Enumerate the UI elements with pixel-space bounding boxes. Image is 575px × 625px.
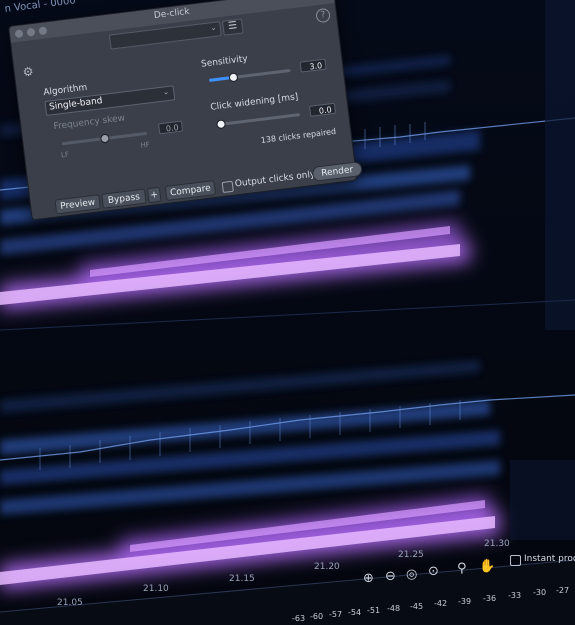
click-widening-label: Click widening [ms] [209,92,299,113]
output-clicks-only-checkbox[interactable] [221,180,234,194]
db-scale-label: -57 [329,610,343,619]
timeline-label: 21.10 [143,584,169,594]
click-widening-value[interactable]: 0.0 [308,102,337,117]
frequency-skew-label: Frequency skew [53,113,126,133]
output-clicks-only-label: Output clicks only [234,169,316,190]
menu-icon[interactable]: ☰ [221,18,244,36]
add-button[interactable]: + [146,186,162,204]
sensitivity-slider[interactable] [208,68,291,83]
sensitivity-knob[interactable] [228,72,239,83]
db-scale-label: -45 [410,602,424,611]
chevron-down-icon: ⌄ [209,22,218,33]
help-icon[interactable]: ? [315,7,331,24]
instant-process-label: Instant proc [524,554,575,564]
frequency-skew-high-label: HF [140,140,151,150]
db-scale-label: -27 [556,586,570,595]
frequency-skew-value[interactable]: 0.0 [157,120,184,135]
instant-process-toggle[interactable]: Instant proc [508,553,575,567]
timeline-label: 21.15 [229,574,255,584]
db-scale-label: -30 [533,588,547,597]
db-scale-label: -51 [367,606,381,615]
zoom-selection-icon[interactable]: ⊙ [428,564,439,579]
hand-icon[interactable]: ✋ [479,559,495,574]
bypass-button[interactable]: Bypass [101,188,147,209]
algorithm-value: Single-band [48,96,104,113]
timeline-label: 21.05 [57,598,83,608]
timeline-label: 21.25 [398,550,424,560]
db-scale-label: -39 [458,597,472,606]
preview-button[interactable]: Preview [54,194,101,215]
zoom-out-icon[interactable]: ⊖ [385,569,396,584]
db-scale-label: -54 [348,608,362,617]
db-scale-label: -36 [483,594,497,603]
frequency-skew-slider[interactable] [61,131,148,146]
timeline-label: 21.30 [484,539,510,549]
db-scale-label: -33 [508,591,522,600]
timeline-label: 21.20 [314,562,340,572]
zoom-fit-icon[interactable]: ◎ [406,567,417,582]
compare-button[interactable]: Compare [164,180,217,201]
db-scale-label: -48 [387,604,401,613]
frequency-skew-knob[interactable] [99,133,110,144]
zoom-in-icon[interactable]: ⊕ [363,571,374,586]
sensitivity-value[interactable]: 3.0 [299,58,327,73]
db-scale-label: -60 [310,612,324,621]
clicks-repaired-status: 138 clicks repaired [260,126,337,146]
instant-process-checkbox[interactable] [510,555,521,566]
chevron-down-icon: ⌄ [161,86,170,97]
frequency-skew-low-label: LF [60,150,70,160]
sensitivity-label: Sensitivity [200,54,249,70]
gear-icon[interactable]: ⚙ [22,64,34,79]
click-widening-slider[interactable] [216,113,301,130]
render-button[interactable]: Render [311,160,363,182]
click-widening-knob[interactable] [216,119,227,130]
db-scale-label: -42 [434,599,448,608]
db-scale-label: -63 [292,614,306,623]
magnifier-icon[interactable]: ⚲ [457,561,467,576]
